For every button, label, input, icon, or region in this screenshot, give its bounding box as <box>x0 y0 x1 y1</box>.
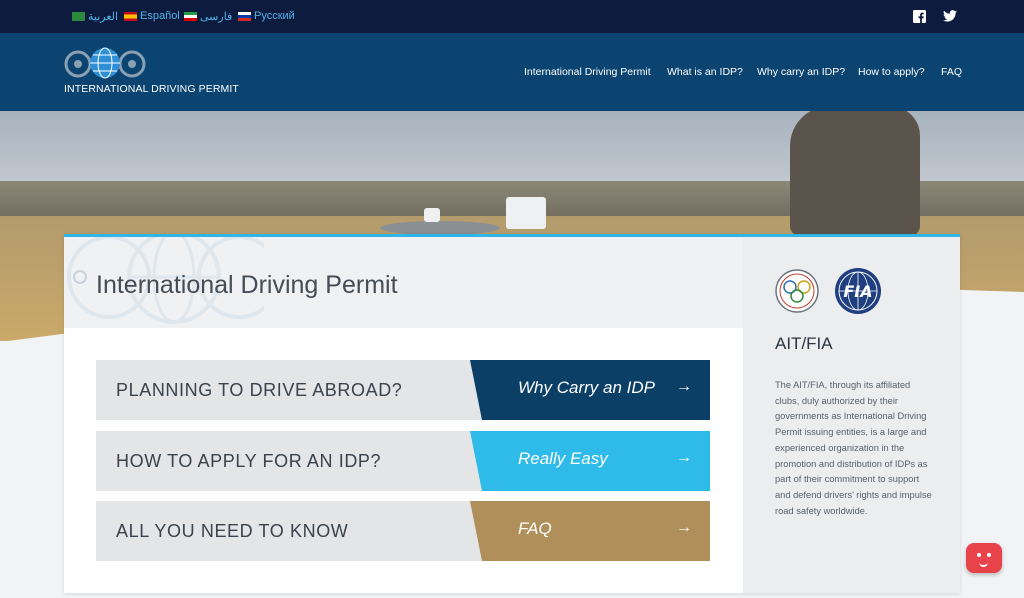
arrow-right-icon: → <box>676 378 692 395</box>
car-image <box>506 197 546 229</box>
nav-how-to-apply[interactable]: How to apply? <box>858 66 925 78</box>
arrow-right-icon: → <box>676 449 692 466</box>
top-bar: العربية Español فارسی Русский <box>0 0 1024 33</box>
cta-label: Why Carry an IDP <box>518 378 655 397</box>
faq-button[interactable]: FAQ → <box>470 501 710 561</box>
panel-description: The AIT/FIA, through its affiliated club… <box>775 380 932 516</box>
twitter-icon[interactable] <box>943 10 957 25</box>
really-easy-button[interactable]: Really Easy → <box>470 431 710 491</box>
svg-text:FIA: FIA <box>843 282 872 301</box>
ait-fia-panel: FIA AIT/FIA The AIT/FIA, through its aff… <box>743 237 960 593</box>
site-header: INTERNATIONAL DRIVING PERMIT Internation… <box>0 33 1024 111</box>
row-apply[interactable]: HOW TO APPLY FOR AN IDP? Really Easy → <box>96 431 710 491</box>
iran-flag-icon <box>184 12 197 21</box>
cta-label: FAQ <box>518 519 552 538</box>
car-image <box>424 208 440 222</box>
arrow-right-icon: → <box>676 519 692 536</box>
row-label: ALL YOU NEED TO KNOW <box>116 521 349 541</box>
cta-label: Really Easy <box>518 449 608 468</box>
logo-text: INTERNATIONAL DRIVING PERMIT <box>64 83 239 95</box>
ait-logo <box>775 269 819 318</box>
language-farsi-link[interactable]: فارسی <box>184 10 232 23</box>
elephant-image <box>790 111 920 236</box>
page-title: International Driving Permit <box>96 271 398 299</box>
fia-logo: FIA <box>825 267 891 320</box>
facebook-icon[interactable] <box>913 10 926 26</box>
main-card: International Driving Permit PLANNING TO… <box>64 234 960 593</box>
nav-why-carry-an-idp[interactable]: Why carry an IDP? <box>757 66 845 78</box>
row-label: PLANNING TO DRIVE ABROAD? <box>116 380 403 400</box>
spain-flag-icon <box>124 11 137 21</box>
why-carry-button[interactable]: Why Carry an IDP → <box>470 360 710 420</box>
panel-title: AIT/FIA <box>775 334 833 353</box>
row-know[interactable]: ALL YOU NEED TO KNOW FAQ → <box>96 501 710 561</box>
language-spanish-link[interactable]: Español <box>124 10 180 22</box>
nav-international-driving-permit[interactable]: International Driving Permit <box>524 66 651 78</box>
russia-flag-icon <box>238 11 251 21</box>
saudi-flag-icon <box>72 12 85 21</box>
nav-faq[interactable]: FAQ <box>941 66 962 78</box>
chat-bot-button[interactable] <box>966 543 1002 573</box>
row-label: HOW TO APPLY FOR AN IDP? <box>116 451 382 471</box>
nav-what-is-an-idp[interactable]: What is an IDP? <box>667 66 743 78</box>
language-russian-link[interactable]: Русский <box>238 10 295 22</box>
language-arabic-link[interactable]: العربية <box>72 10 118 23</box>
row-planning[interactable]: PLANNING TO DRIVE ABROAD? Why Carry an I… <box>96 360 710 420</box>
